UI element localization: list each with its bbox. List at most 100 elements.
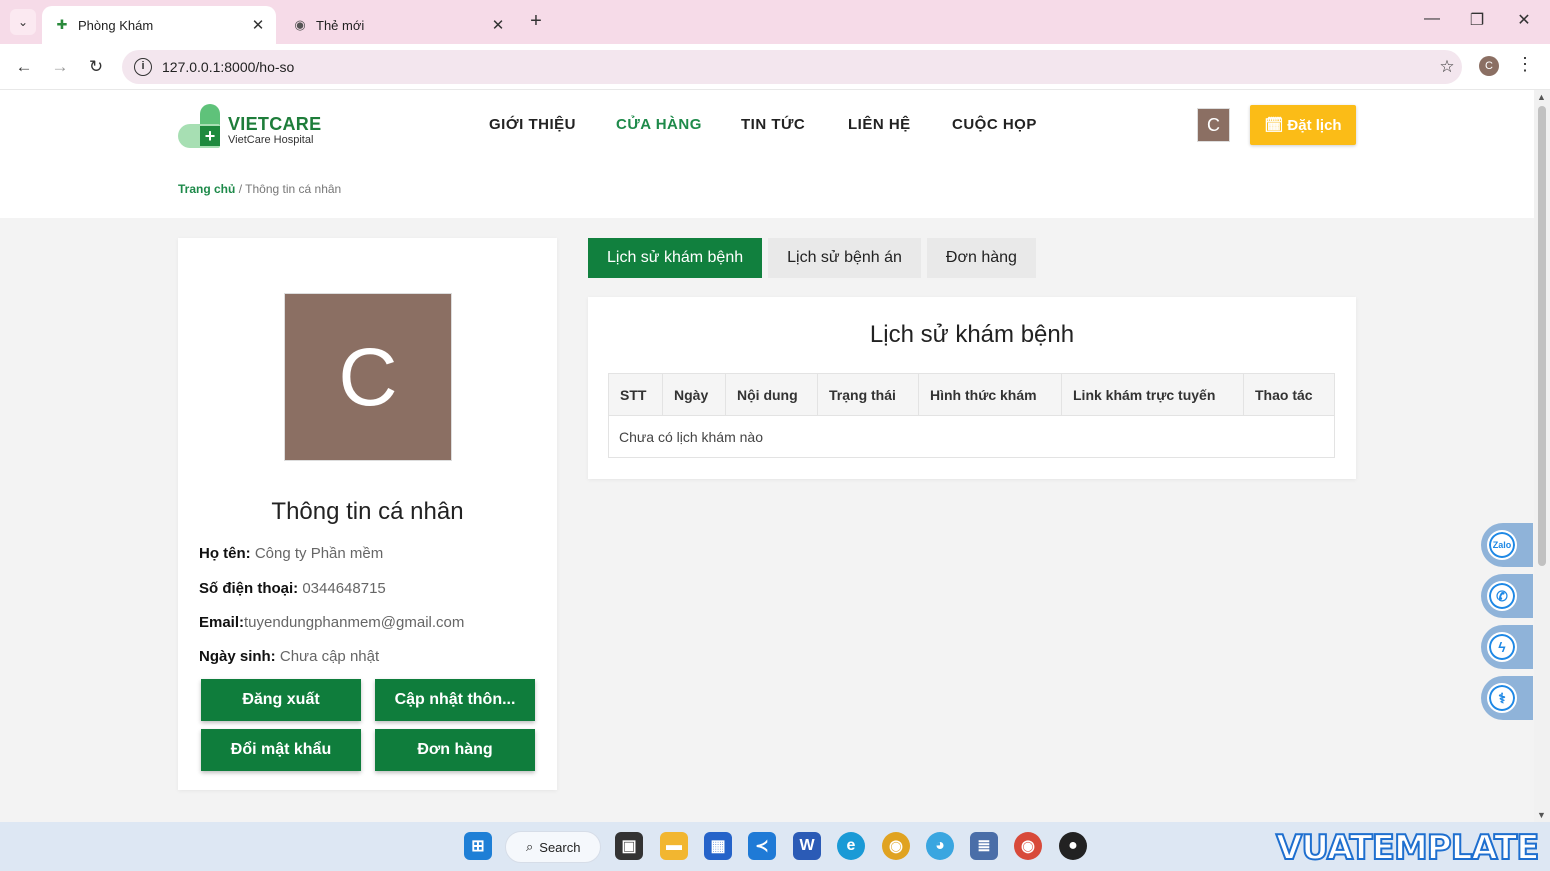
field-full-name: Họ tên: Công ty Phần mềm <box>199 545 383 562</box>
field-value: Công ty Phần mềm <box>254 545 384 562</box>
restore-icon[interactable]: ❐ <box>1467 10 1487 30</box>
taskbar-search-label: Search <box>539 839 581 855</box>
address-bar[interactable]: i 127.0.0.1:8000/ho-so ☆ <box>122 50 1462 84</box>
book-appointment-button[interactable]: 🗓 Đặt lịch <box>1250 105 1356 145</box>
nav-lien-he[interactable]: LIÊN HỆ <box>848 116 911 133</box>
tab-search-button[interactable]: ⌄ <box>10 9 36 35</box>
watermark-logo: VUATEMPLATE <box>1275 827 1540 869</box>
close-window-icon[interactable]: ✕ <box>1514 10 1534 30</box>
chrome-canary-icon[interactable]: ◉ <box>882 832 910 860</box>
browser-profile-avatar[interactable]: C <box>1479 56 1499 76</box>
user-avatar[interactable]: C <box>1197 108 1230 142</box>
zalo-button[interactable]: Zalo <box>1481 523 1533 567</box>
back-icon[interactable]: ← <box>11 54 37 80</box>
tab-medical-records[interactable]: Lịch sử bệnh án <box>768 238 921 278</box>
reload-icon[interactable]: ↻ <box>83 54 109 80</box>
browser-toolbar: ← → ↻ i 127.0.0.1:8000/ho-so ☆ C ⋮ <box>0 44 1550 90</box>
scroll-down-icon[interactable]: ▼ <box>1537 810 1546 820</box>
breadcrumb-home[interactable]: Trang chủ <box>178 182 235 196</box>
site-header: + VIETCARE VietCare Hospital GIỚI THIỆU … <box>0 90 1534 218</box>
tab-title: Phòng Khám <box>78 17 154 33</box>
field-phone: Số điện thoại: 0344648715 <box>199 580 386 597</box>
taskbar-search[interactable]: ⌕ Search <box>505 831 601 863</box>
url-text[interactable]: 127.0.0.1:8000/ho-so <box>162 59 1432 75</box>
phone-button[interactable]: ✆ <box>1481 574 1533 618</box>
new-tab-button[interactable]: + <box>526 10 546 33</box>
page-viewport: + VIETCARE VietCare Hospital GIỚI THIỆU … <box>0 90 1534 822</box>
breadcrumb-current: Thông tin cá nhân <box>245 182 342 196</box>
profile-avatar: C <box>284 293 452 461</box>
logout-button[interactable]: Đăng xuất <box>201 679 361 721</box>
field-label: Số điện thoại: <box>199 580 299 597</box>
change-password-button[interactable]: Đổi mật khẩu <box>201 729 361 771</box>
tab-orders[interactable]: Đơn hàng <box>926 238 1036 278</box>
minimize-icon[interactable]: — <box>1422 10 1442 28</box>
chrome-icon[interactable]: ◉ <box>1014 832 1042 860</box>
browser-tabbar: ⌄ ✚ Phòng Khám ✕ ◉ Thẻ mới ✕ + — ❐ ✕ <box>0 0 1550 44</box>
field-value: 0344648715 <box>302 580 386 597</box>
logo-title: VIETCARE <box>228 114 322 134</box>
update-info-button[interactable]: Cập nhật thôn... <box>375 679 535 721</box>
browser-tab-active[interactable]: ✚ Phòng Khám ✕ <box>42 6 276 44</box>
field-label: Ngày sinh: <box>199 648 276 665</box>
orders-button[interactable]: Đơn hàng <box>375 729 535 771</box>
phone-icon: ✆ <box>1487 581 1517 611</box>
exam-history-title: Lịch sử khám bệnh <box>869 321 1075 348</box>
store-icon[interactable]: ▦ <box>704 832 732 860</box>
edge-icon[interactable]: e <box>837 832 865 860</box>
doctor-button[interactable]: ⚕ <box>1481 676 1533 720</box>
field-value: Chưa cập nhật <box>279 648 380 665</box>
bookmark-star-icon[interactable]: ☆ <box>1432 57 1462 77</box>
exam-history-card: Lịch sử khám bệnh STT Ngày Nội dung Trạn… <box>588 297 1356 479</box>
col-content: Nội dung <box>725 373 818 416</box>
app-icon[interactable]: ◕ <box>926 832 954 860</box>
breadcrumb: Trang chủ / Thông tin cá nhân <box>178 182 341 196</box>
search-icon: ⌕ <box>526 839 534 854</box>
zalo-icon: Zalo <box>1487 530 1517 560</box>
nav-cuoc-hop[interactable]: CUỘC HỌP <box>952 116 1037 133</box>
col-exam-type: Hình thức khám <box>918 373 1062 416</box>
recorder-icon[interactable]: ● <box>1059 832 1087 860</box>
vscode-icon[interactable]: ≺ <box>748 832 776 860</box>
site-info-icon[interactable]: i <box>134 58 152 76</box>
logo-subtitle: VietCare Hospital <box>228 134 314 146</box>
col-actions: Thao tác <box>1243 373 1335 416</box>
logo-cross-icon: + <box>178 104 224 148</box>
chrome-icon: ◉ <box>294 17 306 32</box>
scroll-up-icon[interactable]: ▲ <box>1537 92 1546 102</box>
scroll-thumb[interactable] <box>1538 106 1546 566</box>
calendar-check-icon: 🗓 <box>1264 117 1284 134</box>
exam-history-table: STT Ngày Nội dung Trạng thái Hình thức k… <box>608 373 1335 458</box>
close-tab-icon[interactable]: ✕ <box>488 16 508 34</box>
nav-cua-hang[interactable]: CỬA HÀNG <box>616 116 702 133</box>
file-explorer-icon[interactable]: ▬ <box>660 832 688 860</box>
stethoscope-icon: ⚕ <box>1487 683 1517 713</box>
book-button-label: Đặt lịch <box>1287 116 1342 134</box>
field-email: Email:tuyendungphanmem@gmail.com <box>199 614 464 631</box>
tab-title: Thẻ mới <box>316 17 365 33</box>
profile-title: Thông tin cá nhân <box>271 498 464 525</box>
tab-exam-history[interactable]: Lịch sử khám bệnh <box>588 238 763 278</box>
nav-tin-tuc[interactable]: TIN TỨC <box>741 116 805 133</box>
windows-start-icon[interactable]: ⊞ <box>464 832 492 860</box>
breadcrumb-separator: / <box>238 182 243 196</box>
field-value: tuyendungphanmem@gmail.com <box>244 614 465 631</box>
site-logo[interactable]: + VIETCARE VietCare Hospital <box>178 102 328 150</box>
field-label: Họ tên: <box>199 545 251 562</box>
forward-icon[interactable]: → <box>47 54 73 80</box>
messenger-button[interactable]: ϟ <box>1481 625 1533 669</box>
table-row: Chưa có lịch khám nào <box>608 415 1335 458</box>
browser-tab-newtab[interactable]: ◉ Thẻ mới ✕ <box>280 6 516 44</box>
clinic-favicon-icon: ✚ <box>56 17 68 32</box>
task-view-icon[interactable]: ▣ <box>615 832 643 860</box>
nav-gioi-thieu[interactable]: GIỚI THIỆU <box>489 116 576 133</box>
page-scrollbar[interactable]: ▲ ▼ <box>1534 90 1550 822</box>
empty-message: Chưa có lịch khám nào <box>608 415 1335 458</box>
notepad-icon[interactable]: ≣ <box>970 832 998 860</box>
field-birthday: Ngày sinh: Chưa cập nhật <box>199 648 379 665</box>
word-icon[interactable]: W <box>793 832 821 860</box>
browser-menu-icon[interactable]: ⋮ <box>1516 54 1534 75</box>
os-taskbar: ⊞ ⌕ Search ▣ ▬ ▦ ≺ W e ◉ ◕ ≣ ◉ ● VUATEMP… <box>0 822 1550 871</box>
close-tab-icon[interactable]: ✕ <box>248 16 268 34</box>
col-online-link: Link khám trực tuyến <box>1061 373 1244 416</box>
